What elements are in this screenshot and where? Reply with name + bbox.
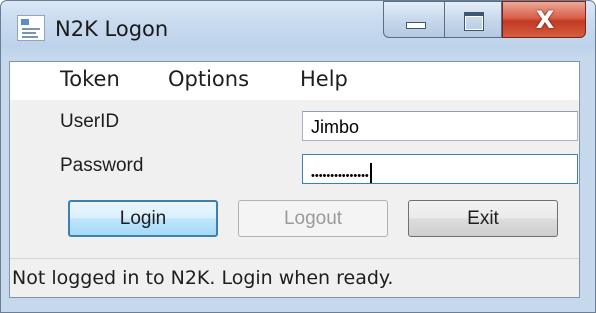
password-input[interactable]: ••••••••••••••• bbox=[302, 154, 578, 184]
caption-buttons: X bbox=[383, 1, 586, 39]
login-button[interactable]: Login bbox=[68, 200, 218, 237]
minimize-button[interactable] bbox=[383, 1, 445, 38]
exit-button[interactable]: Exit bbox=[408, 200, 558, 237]
maximize-button[interactable] bbox=[445, 1, 502, 38]
close-button[interactable]: X bbox=[502, 1, 586, 38]
userid-value: Jimbo bbox=[311, 117, 360, 137]
menu-token[interactable]: Token bbox=[60, 67, 120, 91]
userid-label: UserID bbox=[60, 111, 120, 132]
password-label: Password bbox=[60, 155, 144, 176]
maximize-icon bbox=[464, 12, 484, 31]
text-caret bbox=[369, 163, 372, 183]
app-window-icon[interactable] bbox=[17, 15, 45, 41]
status-text: Not logged in to N2K. Login when ready. bbox=[12, 267, 394, 289]
menu-help[interactable]: Help bbox=[300, 67, 348, 91]
logout-button[interactable]: Logout bbox=[238, 200, 388, 237]
userid-input[interactable]: Jimbo bbox=[302, 111, 578, 141]
menu-bar: Token Options Help bbox=[10, 62, 579, 100]
status-bar: Not logged in to N2K. Login when ready. bbox=[10, 258, 579, 297]
logon-form: UserID Jimbo Password ••••••••••••••• Lo… bbox=[10, 100, 579, 258]
window-title: N2K Logon bbox=[55, 17, 169, 41]
close-icon: X bbox=[535, 6, 555, 34]
menu-options[interactable]: Options bbox=[168, 67, 249, 91]
client-area: Token Options Help UserID Jimbo Password… bbox=[9, 61, 580, 298]
minimize-icon bbox=[406, 22, 426, 29]
logon-window: N2K Logon X Token Options Help UserID Ji… bbox=[0, 0, 596, 313]
title-bar[interactable]: N2K Logon X bbox=[1, 1, 595, 61]
password-value: ••••••••••••••• bbox=[311, 170, 369, 182]
